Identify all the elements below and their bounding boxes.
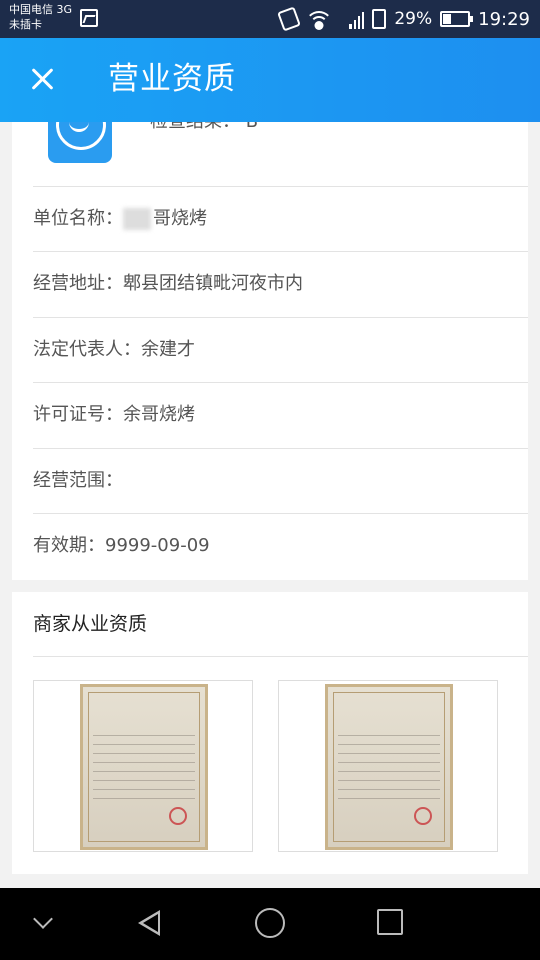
close-button[interactable] xyxy=(26,62,60,96)
hide-nav-button[interactable] xyxy=(33,909,53,929)
vibrate-icon xyxy=(277,6,302,32)
sim-card-icon xyxy=(372,9,387,29)
license-no-row: 许可证号：余哥烧烤 xyxy=(33,382,528,447)
certificate-thumbnail-2[interactable] xyxy=(278,680,498,852)
page-title: 营业资质 xyxy=(108,61,236,97)
battery-icon xyxy=(440,11,474,27)
back-button[interactable] xyxy=(138,910,160,936)
certificate-thumbnail-1[interactable] xyxy=(33,680,253,852)
qualification-card: 商家从业资质 xyxy=(12,592,528,874)
scope-row: 经营范围： xyxy=(33,448,528,513)
carrier-name: 中国电信 3G xyxy=(9,3,73,16)
gallery-icon xyxy=(80,9,98,27)
validity-row: 有效期：9999-09-09 xyxy=(33,513,528,578)
sim-status: 未插卡 xyxy=(9,18,42,31)
certificate-image xyxy=(325,684,453,850)
smiley-face-icon xyxy=(48,122,112,163)
app-header: 营业资质 xyxy=(0,38,540,122)
legal-rep-row: 法定代表人：余建才 xyxy=(33,317,528,382)
unit-name-value: 哥烧烤 xyxy=(153,208,207,229)
check-result: 检查结果： B xyxy=(150,122,258,134)
section-divider xyxy=(33,656,528,657)
clock: 19:29 xyxy=(478,8,530,30)
wifi-icon xyxy=(305,9,334,30)
address-row: 经营地址：郫县团结镇毗河夜市内 xyxy=(33,251,528,316)
content-area[interactable]: 检查结果： B 单位名称： 哥烧烤 经营地址：郫县团结镇毗河夜市内 法定代表人：余… xyxy=(0,122,540,888)
certificate-image xyxy=(80,684,208,850)
system-nav-bar xyxy=(0,888,540,960)
section-title: 商家从业资质 xyxy=(33,613,148,635)
unit-name-label: 单位名称： xyxy=(33,208,123,229)
battery-percent: 29% xyxy=(394,9,433,29)
recent-apps-button[interactable] xyxy=(377,909,403,935)
business-info-card: 检查结果： B 单位名称： 哥烧烤 经营地址：郫县团结镇毗河夜市内 法定代表人：余… xyxy=(12,122,528,580)
carrier-info: 中国电信 3G 未插卡 xyxy=(9,2,72,32)
home-button[interactable] xyxy=(255,908,285,938)
unit-name-row: 单位名称： 哥烧烤 xyxy=(33,186,528,251)
status-icons: 29% 19:29 xyxy=(277,6,530,32)
status-bar: 中国电信 3G 未插卡 29% 19:29 xyxy=(0,0,540,38)
signal-icon xyxy=(340,9,365,29)
redacted-text xyxy=(123,208,151,230)
